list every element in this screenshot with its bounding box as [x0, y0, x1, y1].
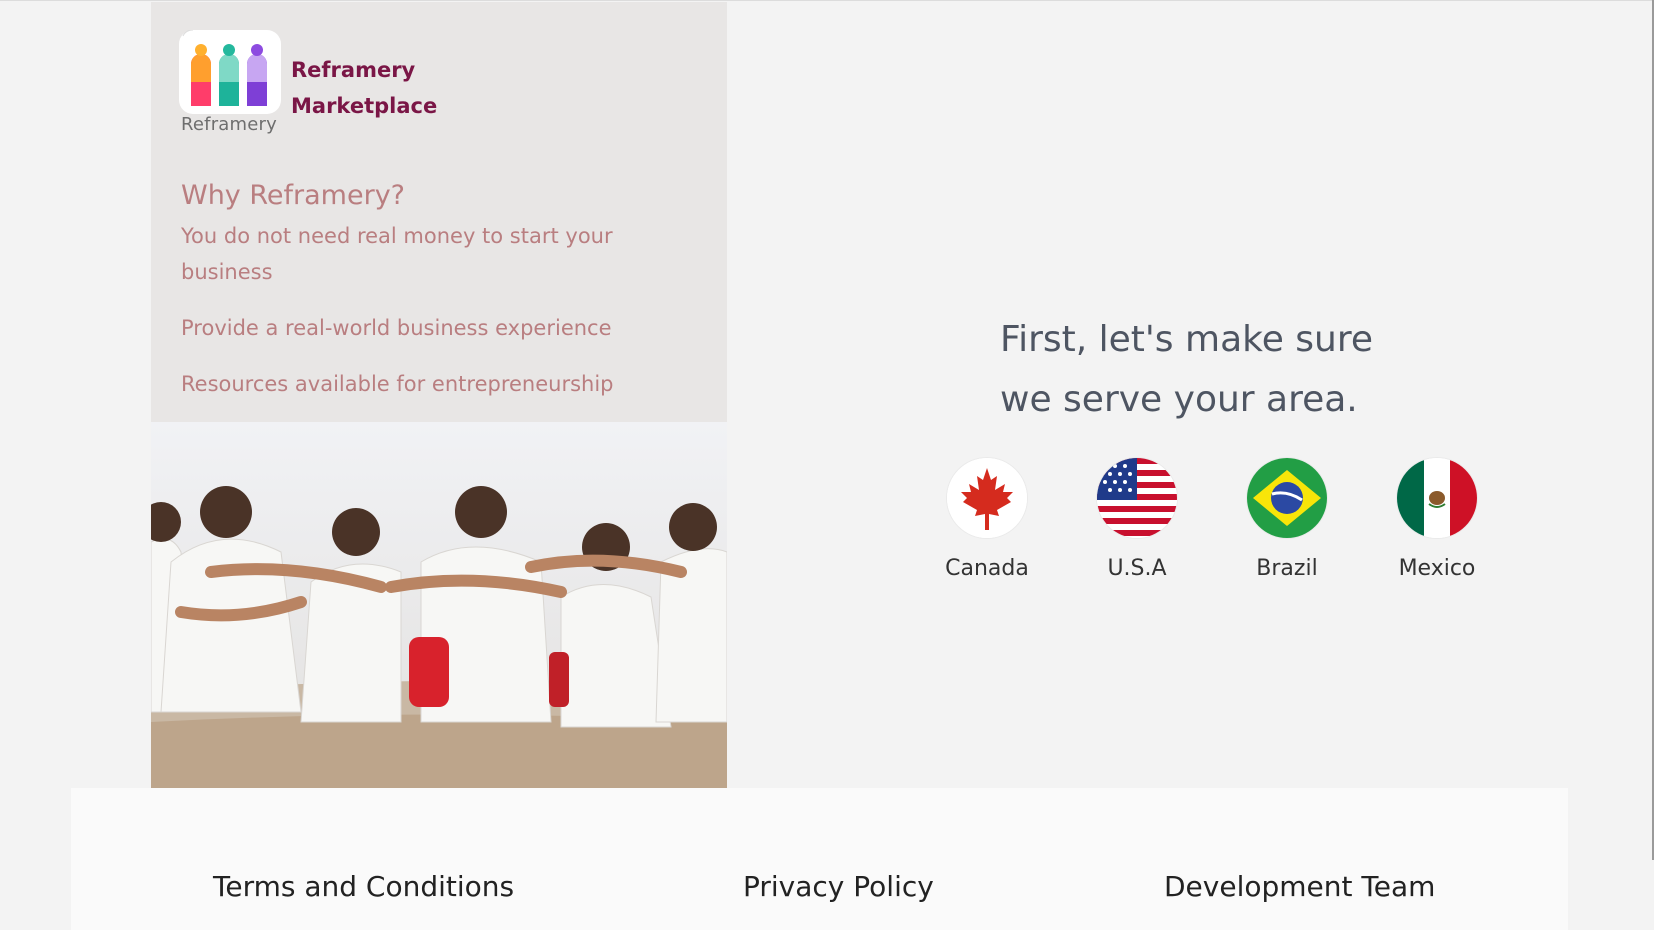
- brand-header[interactable]: Reframery Reframery Marketplace: [179, 30, 451, 138]
- development-team-link[interactable]: Development Team: [1164, 870, 1435, 903]
- terms-link[interactable]: Terms and Conditions: [213, 870, 514, 903]
- why-section: Why Reframery? You do not need real mone…: [181, 178, 701, 422]
- friends-photo: [151, 422, 727, 788]
- brand-name: Reframery Marketplace: [291, 52, 451, 138]
- country-usa[interactable]: U.S.A: [1062, 458, 1212, 581]
- country-label: Canada: [945, 556, 1029, 581]
- country-brazil[interactable]: Brazil: [1212, 458, 1362, 581]
- logo-wordmark: Reframery: [181, 114, 278, 135]
- country-mexico[interactable]: Mexico: [1362, 458, 1512, 581]
- headline-line1: First, let's make sure: [1000, 319, 1374, 360]
- canada-flag-icon[interactable]: [947, 458, 1027, 538]
- country-selector: Canada U.S.A Brazil Mexico: [912, 458, 1512, 581]
- country-canada[interactable]: Canada: [912, 458, 1062, 581]
- why-point: You do not need real money to start your…: [181, 224, 613, 284]
- why-point: Resources available for entrepreneurship: [181, 372, 614, 396]
- privacy-link[interactable]: Privacy Policy: [743, 870, 934, 903]
- country-label: Brazil: [1256, 556, 1318, 581]
- brand-name-line2: Marketplace: [291, 94, 438, 118]
- headline: First, let's make sure we serve your are…: [1000, 310, 1420, 430]
- headline-line2: we serve your area.: [1000, 379, 1358, 420]
- brazil-flag-icon[interactable]: [1247, 458, 1327, 538]
- reframery-logo: Reframery: [179, 30, 281, 138]
- top-divider: [0, 0, 1654, 1]
- mexico-flag-icon[interactable]: [1397, 458, 1477, 538]
- info-panel: Reframery Reframery Marketplace Why Refr…: [151, 2, 727, 788]
- why-point: Provide a real-world business experience: [181, 316, 612, 340]
- country-label: Mexico: [1398, 556, 1476, 581]
- country-label: U.S.A: [1107, 556, 1167, 581]
- why-heading: Why Reframery?: [181, 180, 406, 211]
- footer: Terms and Conditions Privacy Policy Deve…: [71, 788, 1568, 930]
- brand-name-line1: Reframery: [291, 58, 416, 82]
- usa-flag-icon[interactable]: [1097, 458, 1177, 538]
